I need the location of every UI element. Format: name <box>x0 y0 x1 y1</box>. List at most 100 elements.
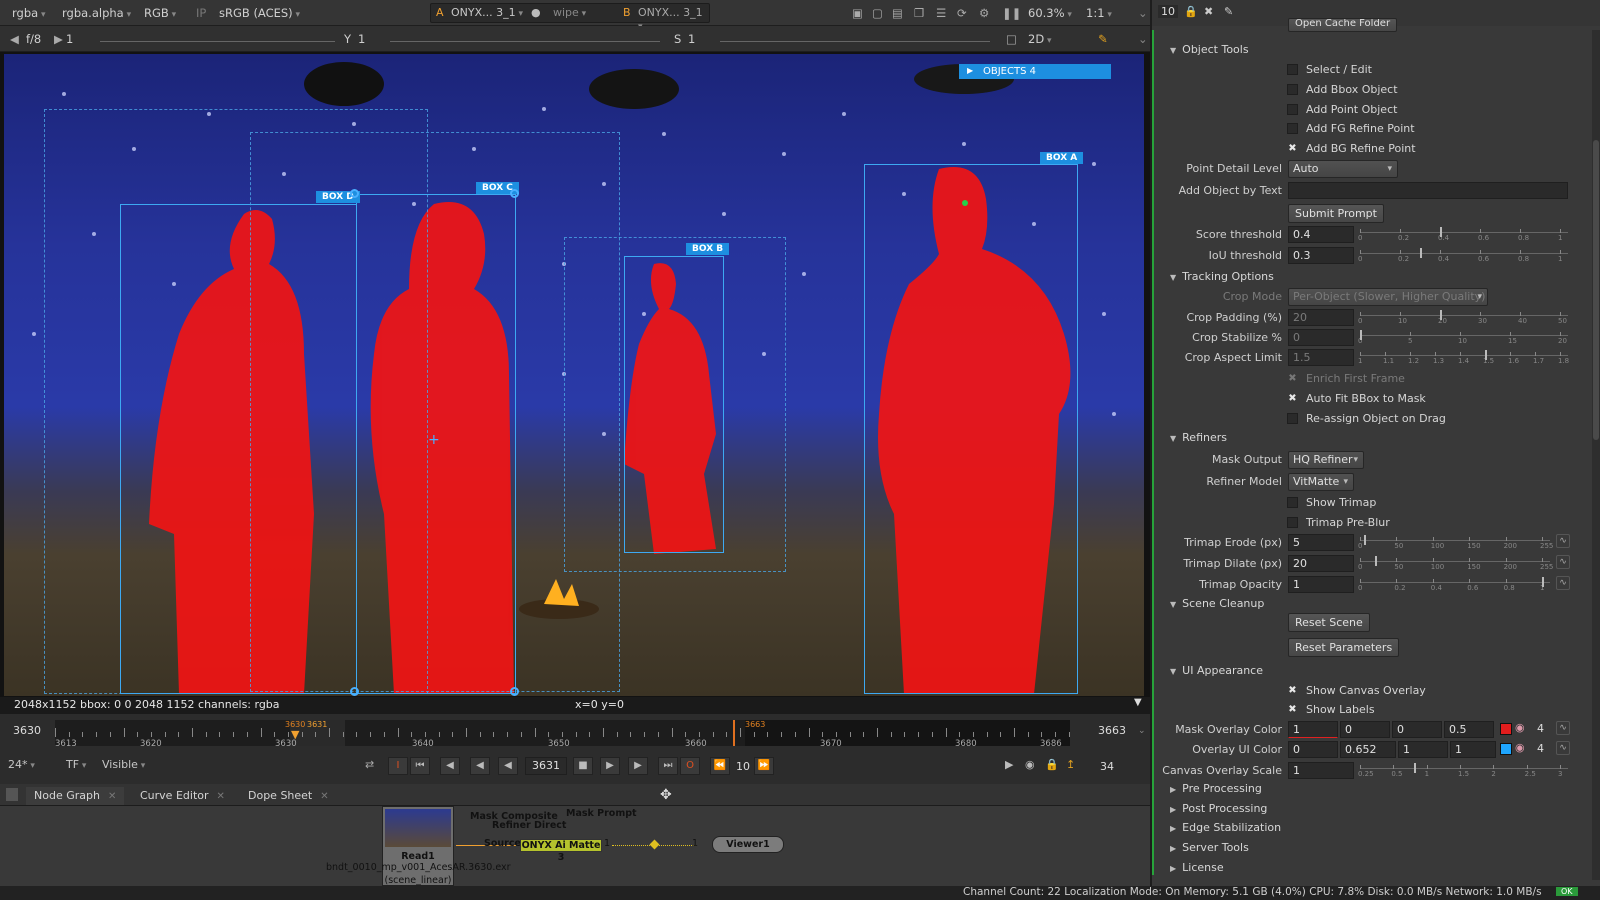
mask-color-g-field[interactable]: 0 <box>1340 721 1390 738</box>
section-license[interactable]: ▶ License <box>1170 861 1224 874</box>
viewer-node[interactable]: Viewer1 <box>712 836 784 853</box>
bbox-corner-handle[interactable] <box>510 189 519 198</box>
visibility-dropdown[interactable]: Visible <box>102 758 145 771</box>
loop-icon[interactable]: ⇄ <box>365 758 374 771</box>
crop-stabilize-slider[interactable]: 0 5 10 15 20 <box>1358 330 1568 349</box>
node-graph-canvas[interactable]: Read1 (scene_linear) bndt_0010_mp_v001_A… <box>0 806 1150 886</box>
add-bbox-checkbox[interactable] <box>1287 84 1298 95</box>
section-object-tools[interactable]: ▼ Object Tools <box>1170 43 1249 56</box>
last-frame-button[interactable]: ⏭ <box>658 757 678 775</box>
crop-padding-field[interactable]: 20 <box>1288 309 1354 326</box>
trimap-erode-slider[interactable]: 0 50 100 150 200 255 <box>1358 535 1553 554</box>
tab-curve-editor[interactable]: Curve Editor ✕ <box>132 787 233 805</box>
gamma-slider[interactable] <box>390 36 660 42</box>
pipe-dot[interactable] <box>649 839 660 850</box>
info-dropdown-icon[interactable]: ▼ <box>1134 697 1142 708</box>
crop-aspect-field[interactable]: 1.5 <box>1288 349 1354 366</box>
current-frame-field[interactable]: 3631 <box>525 757 567 775</box>
crop-icon[interactable]: □ <box>1002 30 1021 48</box>
tab-dope-sheet[interactable]: Dope Sheet ✕ <box>240 787 337 805</box>
list-icon[interactable]: ☰ <box>932 4 950 22</box>
export-icon[interactable]: ↥ <box>1066 758 1075 771</box>
animation-curve-icon[interactable]: ∿ <box>1556 555 1570 569</box>
add-by-text-input[interactable] <box>1288 182 1568 199</box>
saturation-value[interactable]: 1 <box>684 30 699 48</box>
animation-curve-icon[interactable]: ∿ <box>1556 741 1570 755</box>
lock-icon[interactable]: 🔒 <box>1045 758 1059 771</box>
alpha-channel-dropdown[interactable]: rgba.alpha <box>58 4 135 22</box>
tab-node-graph[interactable]: Node Graph ✕ <box>26 787 125 805</box>
step-forward-button[interactable]: ▶ <box>628 757 648 775</box>
add-point-checkbox[interactable] <box>1287 104 1298 115</box>
close-icon[interactable]: ✕ <box>217 791 225 802</box>
iou-threshold-slider[interactable]: 0 0.2 0.4 0.6 0.8 1 <box>1358 248 1568 267</box>
slider-knob[interactable] <box>1440 310 1442 320</box>
submit-prompt-button[interactable]: Submit Prompt <box>1288 204 1384 223</box>
section-post-processing[interactable]: ▶ Post Processing <box>1170 802 1267 815</box>
section-scene-cleanup[interactable]: ▼ Scene Cleanup <box>1170 597 1264 610</box>
trimap-opacity-field[interactable]: 1 <box>1288 576 1354 593</box>
close-icon[interactable]: ✕ <box>108 791 116 802</box>
section-tracking-options[interactable]: ▼ Tracking Options <box>1170 270 1274 283</box>
pane-menu-icon[interactable] <box>6 788 18 801</box>
mask-color-channels[interactable]: 4 <box>1537 722 1544 735</box>
slider-knob[interactable] <box>1420 248 1422 258</box>
frame-ruler[interactable]: 3630 3631 3663 ▼ 3613 3620 3630 3640 365… <box>55 720 1070 749</box>
region-icon[interactable]: ▢ <box>868 4 887 22</box>
mask-color-b-field[interactable]: 0 <box>1392 721 1442 738</box>
mask-color-r-field[interactable]: 1 <box>1288 721 1338 738</box>
trimap-erode-field[interactable]: 5 <box>1288 534 1354 551</box>
reassign-checkbox[interactable] <box>1287 413 1298 424</box>
trimap-dilate-field[interactable]: 20 <box>1288 555 1354 572</box>
overlay-color-g-field[interactable]: 0.652 <box>1340 741 1396 758</box>
play-backward-button[interactable]: ◀ <box>498 757 518 775</box>
refresh-icon[interactable]: ⟳ <box>953 4 971 22</box>
stripes-icon[interactable]: ▤ <box>888 4 907 22</box>
open-cache-folder-button[interactable]: Open Cache Folder <box>1288 18 1398 32</box>
expand-triangle-icon[interactable]: ▶ <box>1170 844 1176 853</box>
expand-triangle-icon[interactable]: ▶ <box>1170 824 1176 833</box>
bbox-a[interactable] <box>864 164 1078 694</box>
input-a-dropdown[interactable]: ONYX... 3_1 <box>451 6 523 19</box>
select-edit-checkbox[interactable] <box>1287 64 1298 75</box>
bbox-corner-handle[interactable] <box>510 687 519 696</box>
collapse-triangle-icon[interactable]: ▼ <box>1170 667 1176 676</box>
score-threshold-slider[interactable]: 0 0.2 0.4 0.6 0.8 1 <box>1358 227 1568 246</box>
slider-knob[interactable] <box>1414 763 1416 773</box>
prev-fstop-icon[interactable]: ◀ <box>6 30 23 48</box>
skip-forward-button[interactable]: ⏩ <box>754 757 774 775</box>
point-detail-dropdown[interactable]: Auto <box>1288 160 1398 178</box>
show-canvas-overlay-checkbox[interactable]: ✖ <box>1287 685 1298 696</box>
pencil-icon[interactable]: ✎ <box>1224 5 1233 18</box>
section-pre-processing[interactable]: ▶ Pre Processing <box>1170 782 1262 795</box>
expand-triangle-icon[interactable]: ▶ <box>1170 864 1176 873</box>
animation-curve-icon[interactable]: ∿ <box>1556 721 1570 735</box>
close-panels-icon[interactable]: ✖ <box>1204 5 1213 18</box>
slider-knob[interactable] <box>1363 535 1366 545</box>
colorspace-dropdown[interactable]: sRGB (ACES) <box>215 4 304 22</box>
play-forward-button[interactable]: ▶ <box>600 757 620 775</box>
animation-curve-icon[interactable]: ∿ <box>1556 534 1570 548</box>
close-icon[interactable]: ✕ <box>320 791 328 802</box>
expand-triangle-icon[interactable]: ▶ <box>1170 785 1176 794</box>
reset-scene-button[interactable]: Reset Scene <box>1288 613 1370 632</box>
collapse-triangle-icon[interactable]: ▼ <box>1170 434 1176 443</box>
record-icon[interactable]: ◉ <box>1025 758 1035 771</box>
slider-knob[interactable] <box>1374 556 1377 566</box>
timeline-expand-icon[interactable]: ⌄ <box>1138 726 1146 736</box>
point-marker[interactable] <box>962 200 968 206</box>
reset-parameters-button[interactable]: Reset Parameters <box>1288 638 1400 657</box>
enrich-first-frame-checkbox[interactable]: ✖ <box>1287 373 1298 384</box>
fps-dropdown[interactable]: 24* <box>8 758 35 771</box>
mask-output-dropdown[interactable]: HQ Refiner <box>1288 451 1364 469</box>
gamma-value[interactable]: 1 <box>354 30 369 48</box>
section-refiners[interactable]: ▼ Refiners <box>1170 431 1227 444</box>
canvas-overlay-scale-slider[interactable]: 0.25 0.5 1 1.5 2 2.5 3 <box>1358 763 1568 782</box>
roi-icon[interactable]: ▣ <box>848 4 867 22</box>
bbox-d[interactable] <box>120 204 357 694</box>
skip-step-value[interactable]: 10 <box>736 760 750 773</box>
panel-scrollbar-thumb[interactable] <box>1593 140 1599 440</box>
overlay-color-swatch[interactable] <box>1500 743 1512 755</box>
first-frame-button[interactable]: ⏮ <box>410 757 430 775</box>
crop-mode-dropdown[interactable]: Per-Object (Slower, Higher Quality) <box>1288 288 1488 306</box>
